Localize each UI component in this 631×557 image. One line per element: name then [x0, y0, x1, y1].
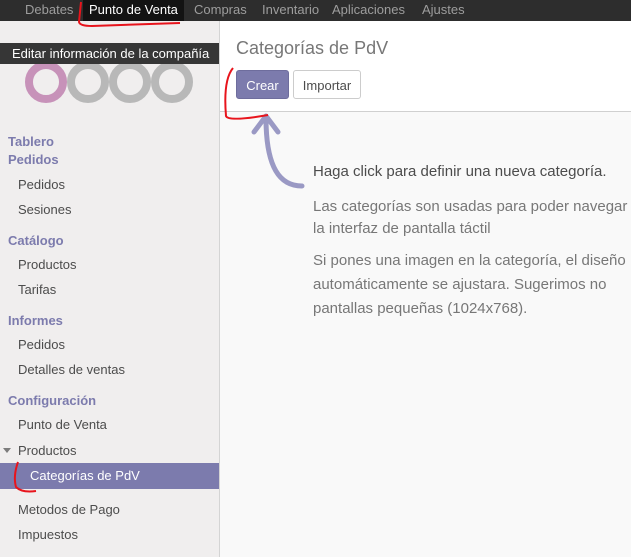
sidebar-item-label: Categorías de PdV	[30, 468, 140, 483]
sidebar-item-punto-de-venta[interactable]: Punto de Venta	[18, 417, 107, 432]
sidebar-item-productos[interactable]: Productos	[18, 257, 77, 272]
section-catalogo[interactable]: Catálogo	[8, 233, 64, 248]
sidebar-item-metodos-pago[interactable]: Metodos de Pago	[18, 502, 120, 517]
section-configuracion[interactable]: Configuración	[8, 393, 96, 408]
caret-down-icon[interactable]	[3, 448, 11, 453]
curved-arrow-icon	[251, 113, 305, 189]
sidebar-item-informes-pedidos[interactable]: Pedidos	[18, 337, 65, 352]
menu-compras[interactable]: Compras	[194, 0, 247, 21]
sidebar-item-pedidos[interactable]: Pedidos	[18, 177, 65, 192]
top-navbar: Debates Punto de Venta Compras Inventari…	[0, 0, 631, 21]
menu-ajustes[interactable]: Ajustes	[422, 0, 465, 21]
help-text-line: la interfaz de pantalla táctil	[313, 220, 491, 237]
menu-punto-de-venta[interactable]: Punto de Venta	[83, 0, 184, 21]
logo-tooltip: Editar información de la compañía	[0, 43, 219, 64]
menu-debates[interactable]: Debates	[25, 0, 73, 21]
help-title: Haga click para definir una nueva catego…	[313, 163, 607, 180]
sidebar-item-tarifas[interactable]: Tarifas	[18, 282, 56, 297]
company-logo[interactable]	[24, 58, 196, 106]
menu-aplicaciones[interactable]: Aplicaciones	[332, 0, 405, 21]
help-text-line: Si pones una imagen en la categoría, el …	[313, 252, 626, 269]
sidebar-item-categorias-pdv[interactable]: Categorías de PdV	[0, 463, 219, 489]
page-title: Categorías de PdV	[236, 38, 389, 58]
help-text-line: pantallas pequeñas (1024x768).	[313, 300, 528, 317]
sidebar-item-sesiones[interactable]: Sesiones	[18, 202, 71, 217]
sidebar-item-impuestos[interactable]: Impuestos	[18, 527, 78, 542]
section-pedidos[interactable]: Pedidos	[8, 152, 59, 167]
import-button[interactable]: Importar	[293, 70, 361, 99]
sidebar-item-config-productos[interactable]: Productos	[18, 443, 77, 458]
section-tablero[interactable]: Tablero	[8, 134, 54, 149]
create-button[interactable]: Crear	[236, 70, 289, 99]
sidebar-item-detalles-ventas[interactable]: Detalles de ventas	[18, 362, 125, 377]
help-text-line: automáticamente se ajustara. Sugerimos n…	[313, 276, 607, 293]
menu-inventario[interactable]: Inventario	[262, 0, 319, 21]
section-informes[interactable]: Informes	[8, 313, 63, 328]
